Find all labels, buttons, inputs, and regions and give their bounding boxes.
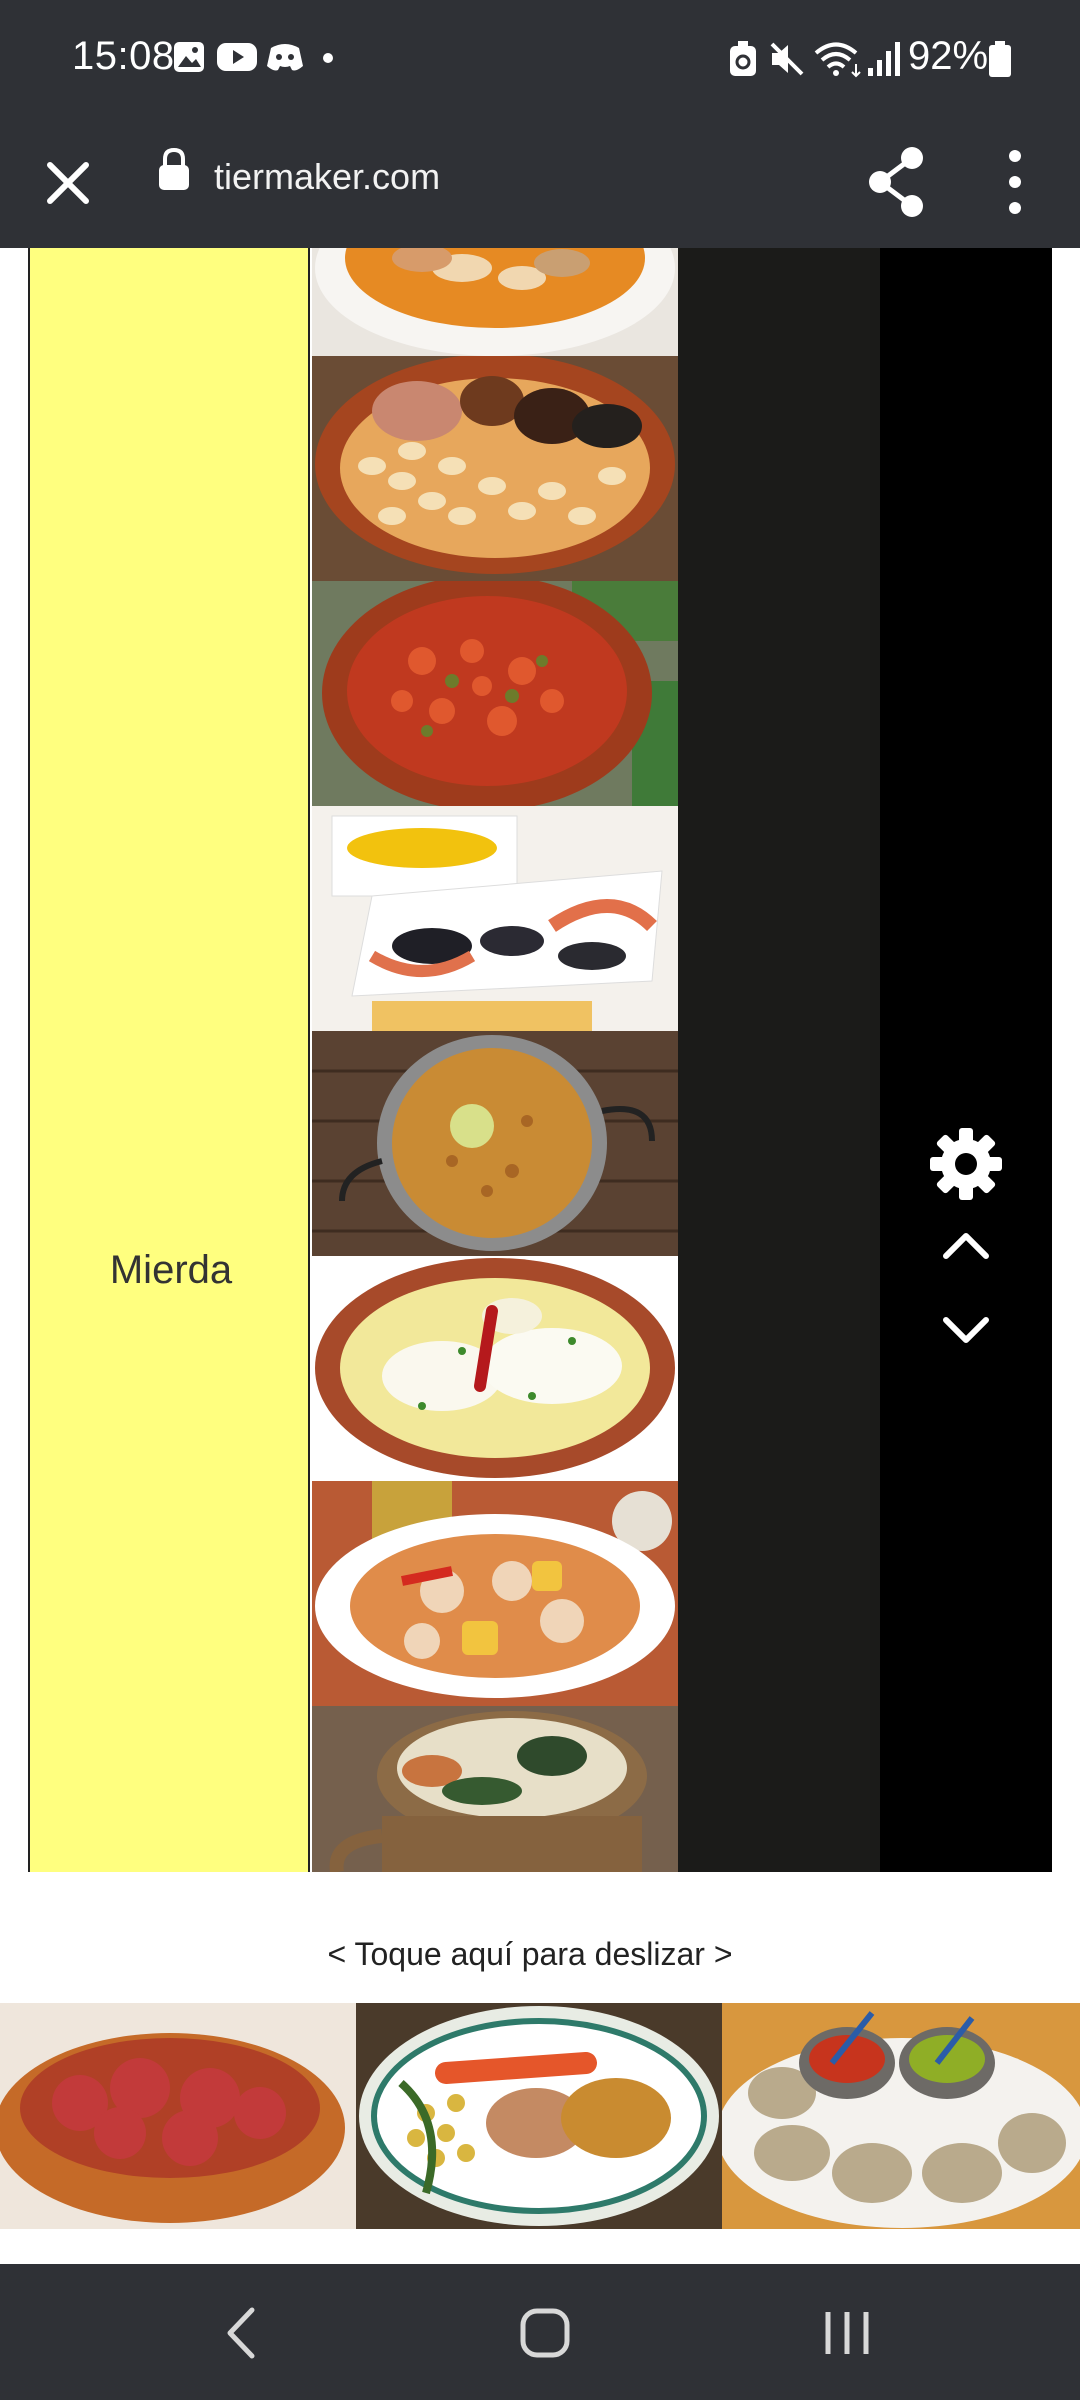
tier-item-potaje[interactable] (312, 1706, 678, 1872)
tier-items (312, 248, 678, 1872)
food-image (312, 806, 678, 1031)
recents-icon[interactable] (812, 2298, 882, 2368)
tier-label-text: Mierda (109, 1248, 233, 1292)
chevron-up-icon[interactable] (940, 1228, 992, 1262)
food-image (312, 581, 678, 806)
discord-icon (267, 44, 303, 71)
tray-item-carne-en-salsa[interactable] (0, 2003, 356, 2229)
tier-list: Mierda (0, 248, 1080, 1872)
battery-percent: 92% (908, 34, 989, 78)
settings-gear-icon[interactable] (928, 1126, 1004, 1202)
chevron-down-icon[interactable] (940, 1314, 992, 1348)
share-icon[interactable] (862, 144, 932, 220)
status-bar: 15:08 92% (0, 0, 1080, 118)
signal-icon (868, 42, 900, 76)
food-image (312, 356, 678, 581)
browser-toolbar: tiermaker.com (0, 118, 1080, 248)
tier-item-mariscada[interactable] (312, 806, 678, 1031)
more-vert-icon[interactable] (1000, 144, 1030, 220)
tier-item-fabada-asturiana[interactable] (312, 356, 678, 581)
food-image (312, 1706, 678, 1872)
food-image (312, 1481, 678, 1706)
food-image (312, 248, 678, 356)
gallery-icon (174, 42, 204, 72)
tier-label[interactable]: Mierda (28, 248, 310, 1872)
food-image (722, 2003, 1080, 2229)
url-text[interactable]: tiermaker.com (214, 156, 440, 198)
tray-item-papas-arrugadas[interactable] (722, 2003, 1080, 2229)
item-tray[interactable] (0, 2003, 1080, 2229)
slide-hint[interactable]: < Toque aquí para deslizar > (0, 1936, 1060, 1973)
lock-icon (159, 147, 189, 190)
home-icon[interactable] (510, 2298, 580, 2368)
youtube-icon (217, 43, 257, 71)
food-image (312, 1031, 678, 1256)
food-image (356, 2003, 722, 2229)
food-image (312, 1256, 678, 1481)
back-icon[interactable] (208, 2298, 278, 2368)
tier-item-fabada-plate[interactable] (312, 248, 678, 356)
battery-saver-icon (730, 41, 756, 76)
mute-icon (770, 42, 804, 76)
tier-item-guiso-pollo[interactable] (312, 1481, 678, 1706)
food-image (0, 2003, 356, 2229)
tier-item-pisto[interactable] (312, 581, 678, 806)
close-icon[interactable] (40, 155, 96, 211)
tier-item-arroz[interactable] (312, 1031, 678, 1256)
tier-controls (880, 248, 1052, 1872)
status-time: 15:08 (72, 34, 175, 78)
tier-item-bacalao[interactable] (312, 1256, 678, 1481)
battery-icon (989, 41, 1011, 77)
navigation-bar (0, 2264, 1080, 2400)
dot-icon (323, 53, 333, 63)
wifi-icon (814, 42, 861, 78)
tray-item-cocido[interactable] (356, 2003, 722, 2229)
tier-drop-zone[interactable] (678, 248, 880, 1872)
